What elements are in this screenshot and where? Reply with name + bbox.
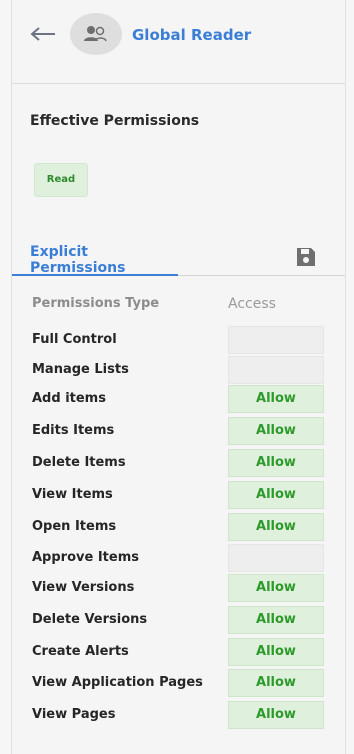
table-row: Add items Allow (12, 385, 345, 413)
permission-type-label: Create Alerts (32, 644, 129, 659)
table-row: View Versions Allow (12, 574, 345, 602)
table-row: Approve Items (12, 544, 345, 572)
access-cell[interactable]: Allow (228, 481, 324, 509)
permission-type-label: View Pages (32, 707, 116, 722)
group-title[interactable]: Global Reader (132, 26, 251, 44)
table-row: Edits Items Allow (12, 417, 345, 445)
access-cell[interactable]: Allow (228, 449, 324, 477)
effective-permission-badge: Read (34, 163, 88, 197)
group-users-icon (84, 26, 107, 42)
table-row: Delete Items Allow (12, 449, 345, 477)
access-cell[interactable] (228, 326, 324, 354)
permission-type-label: View Application Pages (32, 675, 203, 690)
save-icon[interactable] (295, 246, 317, 268)
permission-type-label: Edits Items (32, 423, 115, 438)
tab-explicit-permissions[interactable]: Explicit Permissions (12, 240, 178, 276)
permission-type-label: Delete Versions (32, 612, 148, 627)
permission-type-label: Open Items (32, 519, 117, 534)
tab-bar: Explicit Permissions (12, 240, 345, 276)
table-row: Full Control (12, 326, 345, 354)
permission-type-label: View Versions (32, 580, 135, 595)
table-row: Open Items Allow (12, 513, 345, 541)
back-arrow-icon[interactable] (29, 22, 57, 46)
effective-permissions-heading: Effective Permissions (30, 113, 200, 129)
table-row: Create Alerts Allow (12, 638, 345, 666)
permissions-panel: Global Reader Effective Permissions Read… (11, 0, 346, 754)
table-row: Manage Lists (12, 356, 345, 384)
tab-label: Explicit Permissions (30, 244, 126, 276)
access-cell[interactable]: Allow (228, 701, 324, 729)
access-cell[interactable] (228, 544, 324, 572)
access-cell[interactable]: Allow (228, 513, 324, 541)
permission-type-label: View Items (32, 487, 113, 502)
access-cell[interactable]: Allow (228, 385, 324, 413)
permission-type-label: Add items (32, 391, 106, 406)
table-row: View Pages Allow (12, 701, 345, 729)
permission-type-label: Delete Items (32, 455, 126, 470)
avatar (70, 13, 122, 55)
access-cell[interactable]: Allow (228, 574, 324, 602)
access-cell[interactable]: Allow (228, 638, 324, 666)
column-header-access: Access (228, 296, 276, 312)
table-row: View Items Allow (12, 481, 345, 509)
permission-type-label: Approve Items (32, 550, 139, 565)
access-cell[interactable]: Allow (228, 606, 324, 634)
access-cell[interactable]: Allow (228, 669, 324, 697)
access-cell[interactable] (228, 356, 324, 384)
permission-type-label: Full Control (32, 332, 117, 347)
table-row: Delete Versions Allow (12, 606, 345, 634)
column-header-permissions-type: Permissions Type (32, 296, 160, 311)
access-cell[interactable]: Allow (228, 417, 324, 445)
header: Global Reader (12, 0, 345, 84)
permission-type-label: Manage Lists (32, 362, 129, 377)
table-row: View Application Pages Allow (12, 669, 345, 697)
